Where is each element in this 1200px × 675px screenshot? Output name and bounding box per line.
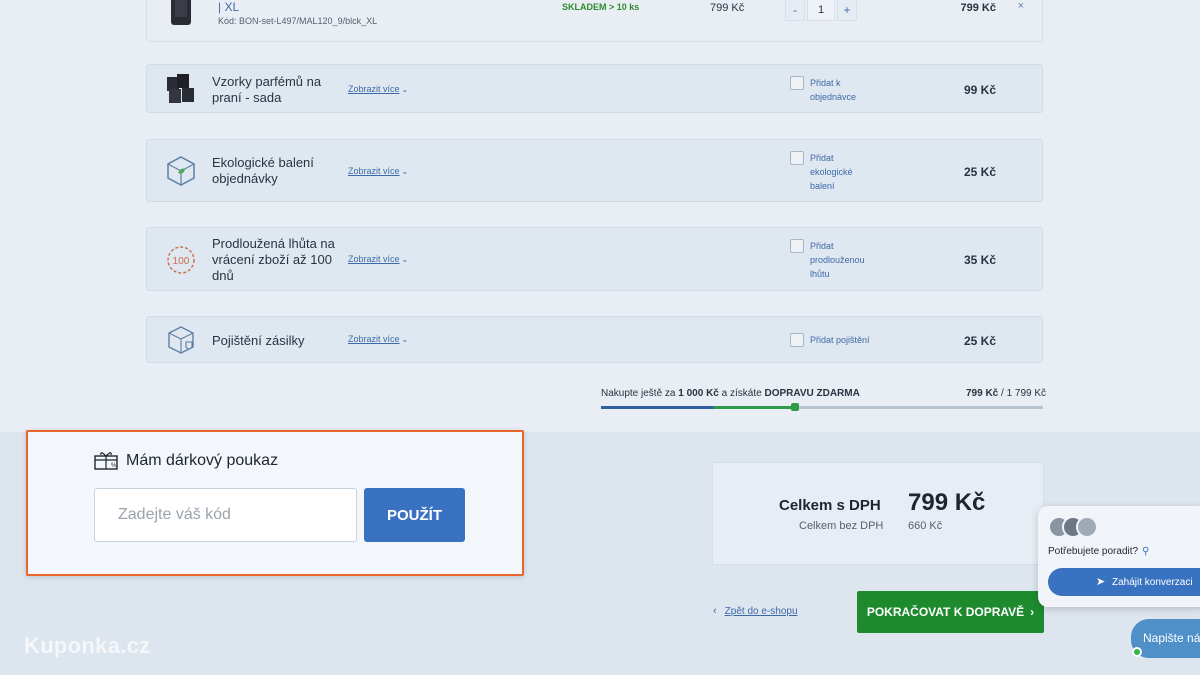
total-with-vat-label: Celkem s DPH: [779, 497, 881, 514]
add-extra-checkbox[interactable]: [790, 239, 804, 253]
gift-voucher-panel: % Mám dárkový poukaz POUŽÍT: [26, 430, 524, 576]
extra-title: Ekologické balení objednávky: [212, 155, 314, 186]
eco-package-icon: [167, 156, 195, 186]
total-with-vat-value: 799 Kč: [908, 489, 986, 516]
chevron-down-icon: ⌄: [401, 255, 409, 264]
free-shipping-progress-bar: [601, 403, 1043, 411]
total-without-vat-value: 660 Kč: [908, 520, 943, 532]
quantity-decrease-button[interactable]: -: [785, 0, 805, 21]
start-conversation-button[interactable]: ➤ Zahájit konverzaci: [1048, 568, 1200, 596]
free-shipping-progress-fill: [601, 406, 796, 409]
chevron-down-icon: ⌄: [401, 167, 409, 176]
svg-text:100: 100: [173, 256, 190, 267]
voucher-code-input[interactable]: [94, 488, 357, 542]
extra-row-eco-package: Ekologické balení objednávky Zobrazit ví…: [146, 139, 1043, 202]
stock-status: SKLADEM > 10 ks: [562, 2, 640, 12]
add-extra-checkbox[interactable]: [790, 76, 804, 90]
show-more-link[interactable]: Zobrazit více ⌄: [348, 166, 408, 176]
extra-title: Pojištění zásilky: [212, 333, 305, 348]
gift-voucher-icon: %: [94, 452, 118, 470]
send-icon: ➤: [1096, 576, 1106, 588]
truck-icon: [791, 403, 800, 411]
back-to-shop-link[interactable]: ‹ Zpět do e-shopu: [713, 605, 798, 617]
online-status-dot: [1132, 647, 1142, 657]
add-extra-checkbox[interactable]: [790, 333, 804, 347]
insurance-box-icon: [168, 326, 194, 354]
support-avatars: [1048, 516, 1108, 540]
watermark: Kuponka.cz: [24, 633, 151, 658]
show-more-link[interactable]: Zobrazit více ⌄: [348, 334, 408, 344]
extra-row-extended-return: 100 Prodloužená lhůta na vrácení zboží a…: [146, 227, 1043, 291]
quantity-increase-button[interactable]: +: [837, 0, 857, 21]
product-thumbnail[interactable]: [165, 0, 197, 25]
chevron-down-icon: ⌄: [401, 85, 409, 94]
extra-title: Vzorky parfémů na praní - sada: [212, 74, 322, 105]
order-summary: Celkem s DPH 799 Kč Celkem bez DPH 660 K…: [712, 462, 1044, 565]
quantity-input[interactable]: 1: [807, 0, 835, 21]
perfume-samples-icon: [167, 74, 194, 103]
avatar: [1076, 516, 1098, 538]
free-shipping-amounts: 799 Kč / 1 799 Kč: [966, 388, 1047, 399]
chevron-down-icon: ⌄: [401, 335, 409, 344]
magnifier-icon: ⚲: [1142, 546, 1150, 557]
extra-price: 99 Kč: [963, 83, 996, 97]
remove-item-icon[interactable]: ×: [1018, 0, 1024, 12]
chevron-left-icon: ‹: [713, 605, 717, 617]
apply-voucher-button[interactable]: POUŽÍT: [364, 488, 465, 542]
chat-widget: Potřebujete poradit? ⚲ ➤ Zahájit konverzac…: [1038, 506, 1200, 607]
extra-price: 25 Kč: [963, 165, 996, 179]
add-extra-label[interactable]: Přidat k objednávce: [810, 76, 870, 104]
add-extra-label[interactable]: Přidat pojištění: [810, 333, 870, 347]
free-shipping-message: Nakupte ještě za 1 000 Kč a získáte DOPR…: [601, 388, 860, 399]
chevron-right-icon: ›: [1030, 605, 1035, 619]
return-100-icon: 100: [167, 246, 195, 274]
gift-voucher-heading: Mám dárkový poukaz: [126, 452, 279, 469]
extra-title: Prodloužená lhůta na vrácení zboží až 10…: [212, 236, 335, 283]
extra-row-perfume-samples: Vzorky parfémů na praní - sada Zobrazit …: [146, 64, 1043, 113]
show-more-link[interactable]: Zobrazit více ⌄: [348, 84, 408, 94]
add-extra-checkbox[interactable]: [790, 151, 804, 165]
add-extra-label[interactable]: Přidat prodlouženou lhůtu: [810, 239, 870, 281]
continue-to-shipping-button[interactable]: POKRAČOVAT K DOPRAVĚ ›: [857, 591, 1044, 633]
product-variant-link[interactable]: | XL: [218, 0, 239, 14]
cart-product-row: | XL Kód: BON-set-L497/MAL120_9/blck_XL …: [146, 0, 1043, 42]
product-code: Kód: BON-set-L497/MAL120_9/blck_XL: [218, 16, 378, 26]
extra-price: 35 Kč: [963, 253, 996, 267]
extra-row-insurance: Pojištění zásilky Zobrazit více ⌄ Přidat …: [146, 316, 1043, 363]
extra-price: 25 Kč: [963, 334, 996, 348]
show-more-link[interactable]: Zobrazit více ⌄: [348, 254, 408, 264]
chat-question: Potřebujete poradit? ⚲: [1048, 546, 1150, 557]
svg-text:%: %: [111, 463, 117, 469]
add-extra-label[interactable]: Přidat ekologické balení: [810, 151, 870, 193]
unit-price: 799 Kč: [710, 2, 745, 14]
total-without-vat-label: Celkem bez DPH: [799, 520, 884, 532]
product-total-price: 799 Kč: [960, 2, 996, 14]
